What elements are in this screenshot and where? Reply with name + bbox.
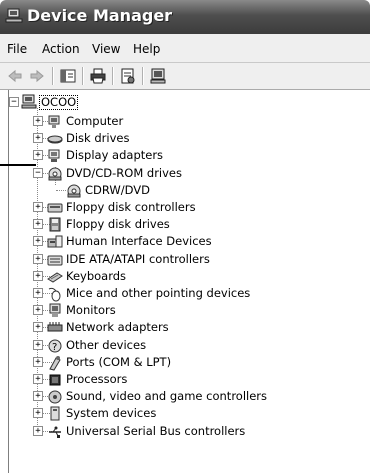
- computer-icon: [21, 94, 37, 109]
- processor-icon: [49, 374, 61, 386]
- tree-root-label[interactable]: OCOO: [39, 95, 79, 110]
- expand-toggle[interactable]: +: [33, 288, 43, 298]
- tree-item-label[interactable]: Sound, video and game controllers: [66, 389, 267, 404]
- expand-toggle[interactable]: +: [33, 426, 43, 436]
- tree-item-label[interactable]: Floppy disk controllers: [66, 200, 196, 215]
- floppy-drive-icon: [49, 217, 61, 232]
- callout-line: [0, 164, 36, 166]
- network-adapter-icon: [47, 322, 63, 332]
- expand-toggle[interactable]: +: [33, 391, 43, 401]
- menu-file[interactable]: File: [7, 42, 27, 56]
- toolbar-separator: [52, 67, 54, 85]
- expand-toggle[interactable]: +: [33, 150, 43, 160]
- title-bar[interactable]: Device Manager: [0, 0, 370, 34]
- tree-item-label[interactable]: System devices: [66, 406, 156, 421]
- mouse-icon: [48, 287, 61, 302]
- menu-bar: File Action View Help: [0, 34, 370, 63]
- tree-item-label[interactable]: Display adapters: [66, 148, 163, 163]
- display-adapter-icon: [48, 149, 60, 162]
- tree-item-label[interactable]: Keyboards: [66, 269, 126, 284]
- toolbar-separator: [112, 67, 114, 85]
- toolbar-separator: [142, 67, 144, 85]
- expand-toggle[interactable]: +: [33, 133, 43, 143]
- usb-icon: [49, 426, 61, 438]
- expand-toggle[interactable]: +: [33, 202, 43, 212]
- computer-icon: [48, 115, 60, 128]
- expand-toggle[interactable]: +: [33, 322, 43, 332]
- floppy-controller-icon: [47, 203, 63, 213]
- collapse-toggle[interactable]: −: [33, 168, 43, 178]
- tree-item-label[interactable]: Processors: [66, 372, 127, 387]
- expand-toggle[interactable]: +: [33, 340, 43, 350]
- expand-toggle[interactable]: +: [33, 219, 43, 229]
- hid-icon: [47, 235, 63, 248]
- expand-toggle[interactable]: +: [33, 116, 43, 126]
- ide-controller-icon: [47, 255, 63, 266]
- port-icon: [49, 356, 61, 371]
- tree-item-label[interactable]: DVD/CD-ROM drives: [66, 166, 182, 181]
- toolbar: [0, 63, 370, 90]
- unknown-device-icon: ?: [48, 339, 62, 353]
- expand-toggle[interactable]: +: [33, 408, 43, 418]
- tree-item-label[interactable]: Disk drives: [66, 131, 129, 146]
- computer-view-icon[interactable]: [149, 67, 167, 85]
- device-manager-icon: [5, 8, 23, 23]
- tree-item-label[interactable]: Other devices: [66, 338, 146, 353]
- menu-action[interactable]: Action: [42, 42, 80, 56]
- tree-item-label[interactable]: Computer: [66, 114, 123, 129]
- properties-icon[interactable]: [119, 67, 137, 85]
- tree-item-label[interactable]: IDE ATA/ATAPI controllers: [66, 252, 210, 267]
- device-tree: − OCOO + Computer + Disk drives + Display ada…: [8, 90, 370, 473]
- expand-toggle[interactable]: +: [33, 305, 43, 315]
- expand-toggle[interactable]: +: [33, 271, 43, 281]
- optical-drive-icon: [67, 184, 81, 198]
- console-tree-icon[interactable]: [59, 67, 77, 85]
- system-device-icon: [50, 406, 60, 421]
- tree-child-label[interactable]: CDRW/DVD: [85, 183, 150, 198]
- keyboard-icon: [47, 272, 63, 283]
- print-icon[interactable]: [89, 67, 107, 85]
- disk-drive-icon: [47, 135, 63, 144]
- expand-toggle[interactable]: +: [33, 357, 43, 367]
- expand-toggle[interactable]: +: [33, 254, 43, 264]
- tree-item-label[interactable]: Network adapters: [66, 320, 169, 335]
- tree-item-label[interactable]: Mice and other pointing devices: [66, 286, 250, 301]
- tree-item-label[interactable]: Floppy disk drives: [66, 217, 170, 232]
- tree-item-label[interactable]: Monitors: [66, 303, 116, 318]
- window-title: Device Manager: [27, 6, 173, 25]
- toolbar-separator: [82, 67, 84, 85]
- menu-view[interactable]: View: [92, 42, 120, 56]
- optical-drive-icon: [48, 167, 62, 181]
- menu-help[interactable]: Help: [133, 42, 160, 56]
- monitor-icon: [49, 303, 61, 317]
- tree-connector: [56, 190, 66, 191]
- device-manager-window: Device Manager File Action View Help − O…: [0, 0, 370, 473]
- tree-item-label[interactable]: Universal Serial Bus controllers: [66, 424, 245, 439]
- back-arrow-icon[interactable]: [6, 67, 24, 85]
- root-collapse-toggle[interactable]: −: [9, 97, 19, 107]
- forward-arrow-icon[interactable]: [28, 67, 46, 85]
- expand-toggle[interactable]: +: [33, 374, 43, 384]
- tree-item-label[interactable]: Ports (COM & LPT): [66, 355, 171, 370]
- tree-item-label[interactable]: Human Interface Devices: [66, 234, 212, 249]
- sound-icon: [48, 390, 62, 404]
- expand-toggle[interactable]: +: [33, 236, 43, 246]
- svg-text:?: ?: [52, 342, 57, 353]
